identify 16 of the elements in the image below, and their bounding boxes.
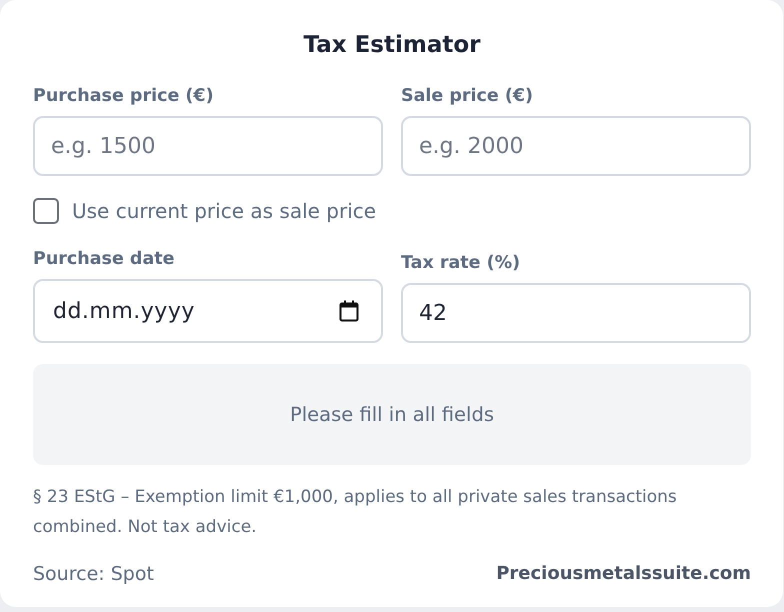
field-label: Sale price (€) [401, 85, 534, 107]
field-label: Tax rate (%) [401, 252, 520, 274]
date-field[interactable]: dd.mm.yyyy [33, 279, 383, 343]
card-title: Tax Estimator [302, 31, 482, 60]
calendar-icon[interactable] [339, 300, 359, 322]
checkbox[interactable] [33, 198, 59, 224]
price-field[interactable]: e.g. 1500 [33, 116, 383, 176]
site-link[interactable]: Preciousmetalssuite.com [496, 562, 751, 586]
result-message: Please fill in all fields [290, 403, 494, 426]
disclaimer-text: § 23 EStG – Exemption limit €1,000, applies to all private sales transactions combined. Not tax advice. [33, 486, 678, 539]
field-label: Purchase date [33, 248, 175, 270]
rate-field[interactable]: 42 [401, 283, 751, 343]
price-field[interactable]: e.g. 2000 [401, 116, 751, 176]
checkbox-label[interactable]: Use current price as sale price [72, 198, 376, 224]
source-text: Source: Spot [33, 562, 154, 586]
field-label: Purchase price (€) [33, 85, 214, 107]
